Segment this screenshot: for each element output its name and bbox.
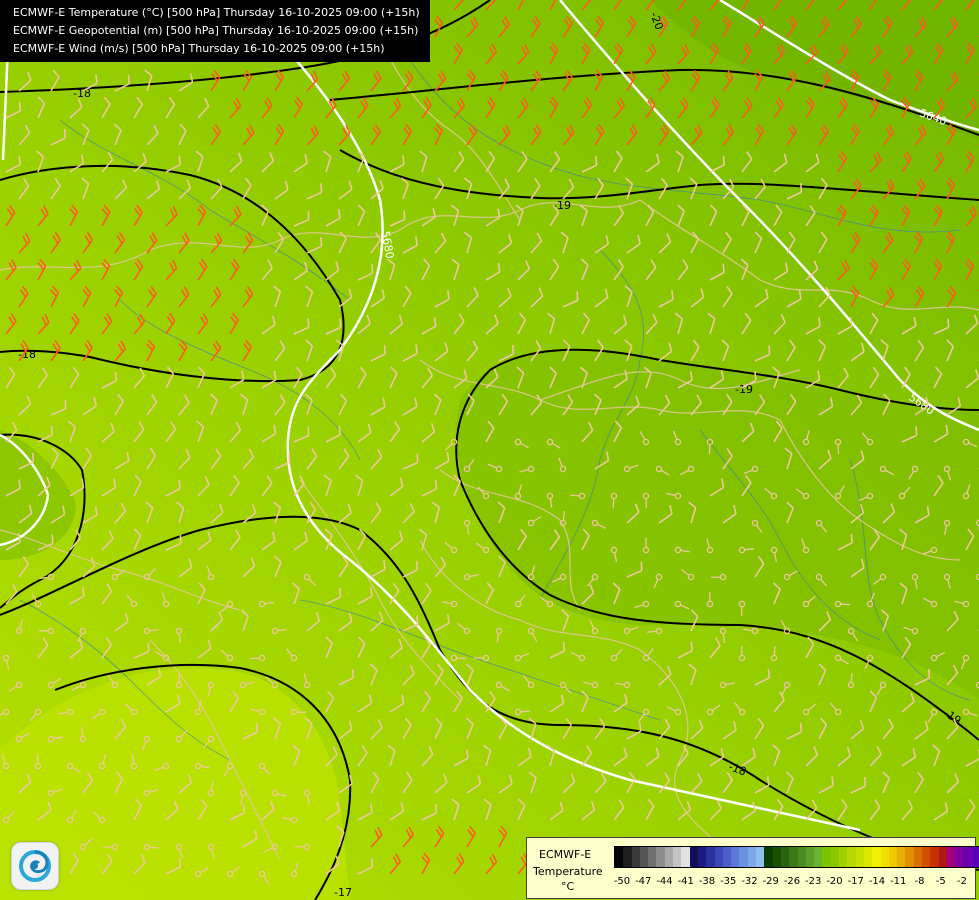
legend-swatch xyxy=(756,847,765,867)
legend-tick-label: -32 xyxy=(741,876,758,887)
legend-swatch xyxy=(930,847,939,867)
legend-tick-label: -44 xyxy=(656,876,673,887)
legend-swatch xyxy=(814,847,823,867)
legend-swatch xyxy=(656,847,665,867)
legend-swatch xyxy=(863,847,873,867)
temperature-legend: ECMWF-E Temperature °C -50 -47 -44 -41 -38 -3… xyxy=(526,837,979,899)
legend-swatch xyxy=(673,847,682,867)
legend-swatch xyxy=(772,847,781,867)
legend-tick-label: -11 xyxy=(890,876,907,887)
legend-variable: Temperature xyxy=(533,865,603,878)
legend-swatch xyxy=(880,847,889,867)
swirl-icon xyxy=(19,850,51,882)
weather-map[interactable]: -20 -18 -19 -18 -19 -19 -18 -17 5640 568… xyxy=(0,0,979,900)
legend-swatch xyxy=(615,847,624,867)
legend-swatch xyxy=(747,847,757,867)
legend-tick-label: -50 xyxy=(613,876,631,887)
legend-swatch xyxy=(731,847,740,867)
ecmwf-logo[interactable] xyxy=(11,842,59,890)
legend-swatch xyxy=(913,847,922,867)
legend-swatch xyxy=(722,847,732,867)
legend-swatch xyxy=(789,847,798,867)
legend-swatch xyxy=(938,847,947,867)
legend-swatch xyxy=(897,847,906,867)
legend-swatch xyxy=(805,847,815,867)
legend-swatch xyxy=(921,847,931,867)
legend-swatch xyxy=(714,847,723,867)
legend-swatch xyxy=(697,847,707,867)
legend-swatch xyxy=(971,847,979,867)
temp-label: -19 xyxy=(735,383,753,396)
legend-swatch xyxy=(631,847,640,867)
legend-swatch xyxy=(664,847,674,867)
legend-tick-label: -47 xyxy=(635,876,652,887)
title-geopotential: ECMWF-E Geopotential (m) [500 hPa] Thurs… xyxy=(13,24,419,37)
legend-swatch xyxy=(855,847,864,867)
legend-swatch xyxy=(780,847,790,867)
legend-tick-label: -35 xyxy=(720,876,737,887)
legend-swatch xyxy=(648,847,657,867)
legend-swatch xyxy=(946,847,956,867)
legend-model: ECMWF-E xyxy=(539,848,592,861)
legend-swatch xyxy=(764,847,773,867)
legend-swatch xyxy=(905,847,914,867)
legend-tick-label: -2 xyxy=(957,876,967,887)
legend-tick-label: -41 xyxy=(677,876,694,887)
legend-tick-label: -26 xyxy=(783,876,801,887)
legend-unit: °C xyxy=(561,880,575,893)
legend-tick-label: -17 xyxy=(847,876,864,887)
legend-tick-label: -38 xyxy=(698,876,716,887)
legend-swatch xyxy=(872,847,881,867)
legend-tick-label: -29 xyxy=(762,876,779,887)
temp-label: -19 xyxy=(553,199,571,212)
legend-tick-label: -14 xyxy=(868,876,886,887)
title-wind: ECMWF-E Wind (m/s) [500 hPa] Thursday 16… xyxy=(13,42,385,55)
legend-swatch xyxy=(739,847,748,867)
legend-swatch xyxy=(847,847,856,867)
legend-tick-label: -23 xyxy=(805,876,822,887)
legend-swatch xyxy=(955,847,964,867)
legend-color-scale xyxy=(614,846,979,868)
legend-tick-label: -8 xyxy=(914,876,925,887)
legend-swatch xyxy=(963,847,972,867)
legend-swatch xyxy=(830,847,840,867)
legend-swatch xyxy=(681,847,690,867)
legend-swatch xyxy=(839,847,848,867)
title-temperature: ECMWF-E Temperature (°C) [500 hPa] Thurs… xyxy=(13,6,420,19)
legend-swatch xyxy=(797,847,806,867)
legend-swatch xyxy=(888,847,898,867)
legend-swatch xyxy=(706,847,715,867)
legend-swatch xyxy=(623,847,632,867)
map-title-box: ECMWF-E Temperature (°C) [500 hPa] Thurs… xyxy=(0,0,430,62)
legend-tick-label: -20 xyxy=(826,876,843,887)
legend-swatch xyxy=(822,847,831,867)
legend-tick-labels: -50 -47 -44 -41 -38 -35 -32 -29 -26 -23 -20 -17 -14-… xyxy=(614,876,969,890)
legend-tick-label: -5 xyxy=(935,876,946,887)
legend-swatch xyxy=(639,847,649,867)
legend-swatch xyxy=(689,847,698,867)
temp-label: -17 xyxy=(334,886,352,899)
